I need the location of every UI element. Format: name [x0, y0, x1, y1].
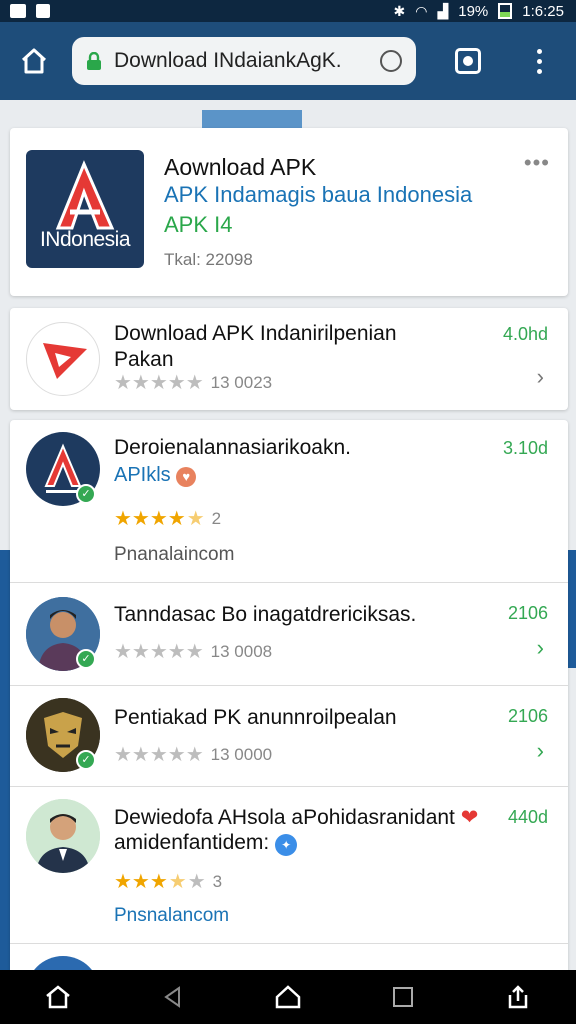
bluetooth-icon: ✱ [393, 2, 406, 19]
home-nav-button[interactable] [36, 975, 80, 1019]
rating-stars: ★★★★★ 13 0000 [114, 744, 273, 766]
chevron-right-icon[interactable]: › [537, 738, 544, 764]
chevron-right-icon[interactable]: › [537, 635, 544, 661]
app-price: 4.0hd [502, 324, 548, 344]
verified-check-icon: ✓ [76, 750, 96, 770]
app-subtitle: APIkls ♥ [114, 464, 197, 487]
app-avatar [26, 799, 100, 873]
app-subtitle-text: APIkls [114, 464, 171, 486]
rating-count: 3 [212, 871, 223, 891]
app-logo: INdonesia [26, 150, 144, 268]
app-price: 2106 [507, 706, 548, 726]
home-icon [45, 985, 70, 1009]
featured-app-subtitle[interactable]: APK Indamagis baua Indonesia [164, 182, 472, 208]
developer-name: Pnanalaincom [114, 544, 235, 565]
rating-stars: ★★★ ★ ★ 3 [114, 871, 223, 893]
rating-count: 13 0008 [210, 641, 273, 661]
scroll-indicator [202, 110, 302, 128]
app-title[interactable]: Pentiakad PK anunnroilpealan [114, 706, 397, 730]
featured-app-subtitle-2: APK I4 [164, 212, 233, 237]
app-notification-icon [36, 4, 50, 18]
more-vert-icon[interactable] [524, 41, 554, 81]
back-button[interactable] [151, 975, 195, 1019]
list-item[interactable]: ✓ Deroienalannasiarikoakn. APIkls ♥ ★★★★… [10, 420, 568, 582]
home-button[interactable] [14, 41, 54, 81]
home-outline-icon [275, 985, 301, 1009]
share-icon [509, 985, 528, 1009]
back-triangle-icon [164, 986, 180, 1008]
messenger-icon: ✦ [275, 834, 298, 856]
app-avatar [26, 322, 100, 396]
share-button[interactable] [496, 975, 540, 1019]
reload-icon[interactable] [380, 50, 402, 72]
recents-button[interactable] [381, 975, 425, 1019]
verified-check-icon: ✓ [76, 649, 96, 669]
rating-count: 13 0023 [210, 372, 273, 392]
address-bar[interactable]: Download INdaiankAgK. [72, 37, 416, 85]
rating-count: 13 0000 [210, 744, 273, 764]
rating-stars: ★★★★★ 13 0008 [114, 641, 273, 663]
notification-icon [10, 4, 26, 18]
featured-app-title[interactable]: Aownload APK [164, 154, 316, 181]
play-logo-icon [43, 343, 87, 379]
app-title-line-2-text: amidenfantidem: [114, 831, 270, 854]
app-list-card-1[interactable]: Download APK Indanirilpenian Pakan ★★★★★… [10, 308, 568, 410]
system-nav-bar [0, 970, 576, 1024]
app-price: 2106 [507, 603, 548, 623]
app-price: 440d [507, 807, 548, 827]
app-logo-text: INdonesia [39, 228, 131, 251]
tabs-button[interactable] [450, 43, 486, 79]
app-title[interactable]: Deroienalannasiarikoakn. [114, 436, 351, 460]
rating-stars: ★★★★★ 13 0023 [114, 372, 273, 394]
square-icon [393, 987, 414, 1007]
status-bar: ✱ ◠ ▟ 19% 1:6:25 [0, 0, 576, 22]
more-options-icon[interactable]: ••• [524, 150, 550, 176]
featured-app-meta: Tkal: 22098 [164, 250, 253, 269]
home-system-button[interactable] [266, 975, 310, 1019]
chevron-right-icon[interactable]: › [537, 364, 544, 390]
app-title-text: Dewiedofa AHsola aPohidasranidant [114, 806, 455, 829]
app-title[interactable]: Dewiedofa AHsola aPohidasranidant ❤ [114, 805, 478, 830]
rating-stars: ★★★★ ★ 2 [114, 508, 222, 530]
verified-check-icon: ✓ [76, 484, 96, 504]
list-item[interactable]: ✓ Tanndasac Bo inagatdrericiksas. ★★★★★ 1… [10, 583, 568, 685]
heart-icon: ♥ [176, 467, 197, 487]
developer-name: Pnsnalancom [114, 905, 230, 926]
list-item[interactable]: Dewiedofa AHsola aPohidasranidant ❤ amid… [10, 787, 568, 943]
tabs-icon [455, 48, 481, 74]
person-avatar-icon [26, 799, 100, 873]
url-text: Download INdaiankAgK. [114, 49, 342, 72]
battery-icon [498, 3, 513, 19]
battery-percent: 19% [458, 2, 489, 20]
wifi-icon: ◠ [415, 2, 428, 19]
app-list: ✓ Deroienalannasiarikoakn. APIkls ♥ ★★★★… [10, 420, 568, 980]
list-item[interactable]: ✓ Pentiakad PK anunnroilpealan ★★★★★ 13 0… [10, 686, 568, 786]
browser-toolbar: Download INdaiankAgK. [0, 22, 576, 100]
app-title[interactable]: Download APK Indanirilpenian [114, 322, 397, 346]
rating-count: 2 [211, 508, 222, 528]
app-title[interactable]: Tanndasac Bo inagatdrericiksas. [114, 603, 416, 627]
heart-icon: ❤ [460, 806, 479, 829]
app-title-line-2: Pakan [114, 348, 174, 371]
home-icon [21, 48, 47, 74]
clock: 1:6:25 [522, 2, 564, 20]
signal-icon: ▟ [437, 2, 449, 19]
featured-app-card[interactable]: INdonesia Aownload APK APK Indamagis bau… [10, 128, 568, 296]
lock-icon [87, 52, 101, 70]
app-title-line-2: amidenfantidem: ✦ [114, 831, 298, 856]
app-price: 3.10d [502, 438, 548, 458]
